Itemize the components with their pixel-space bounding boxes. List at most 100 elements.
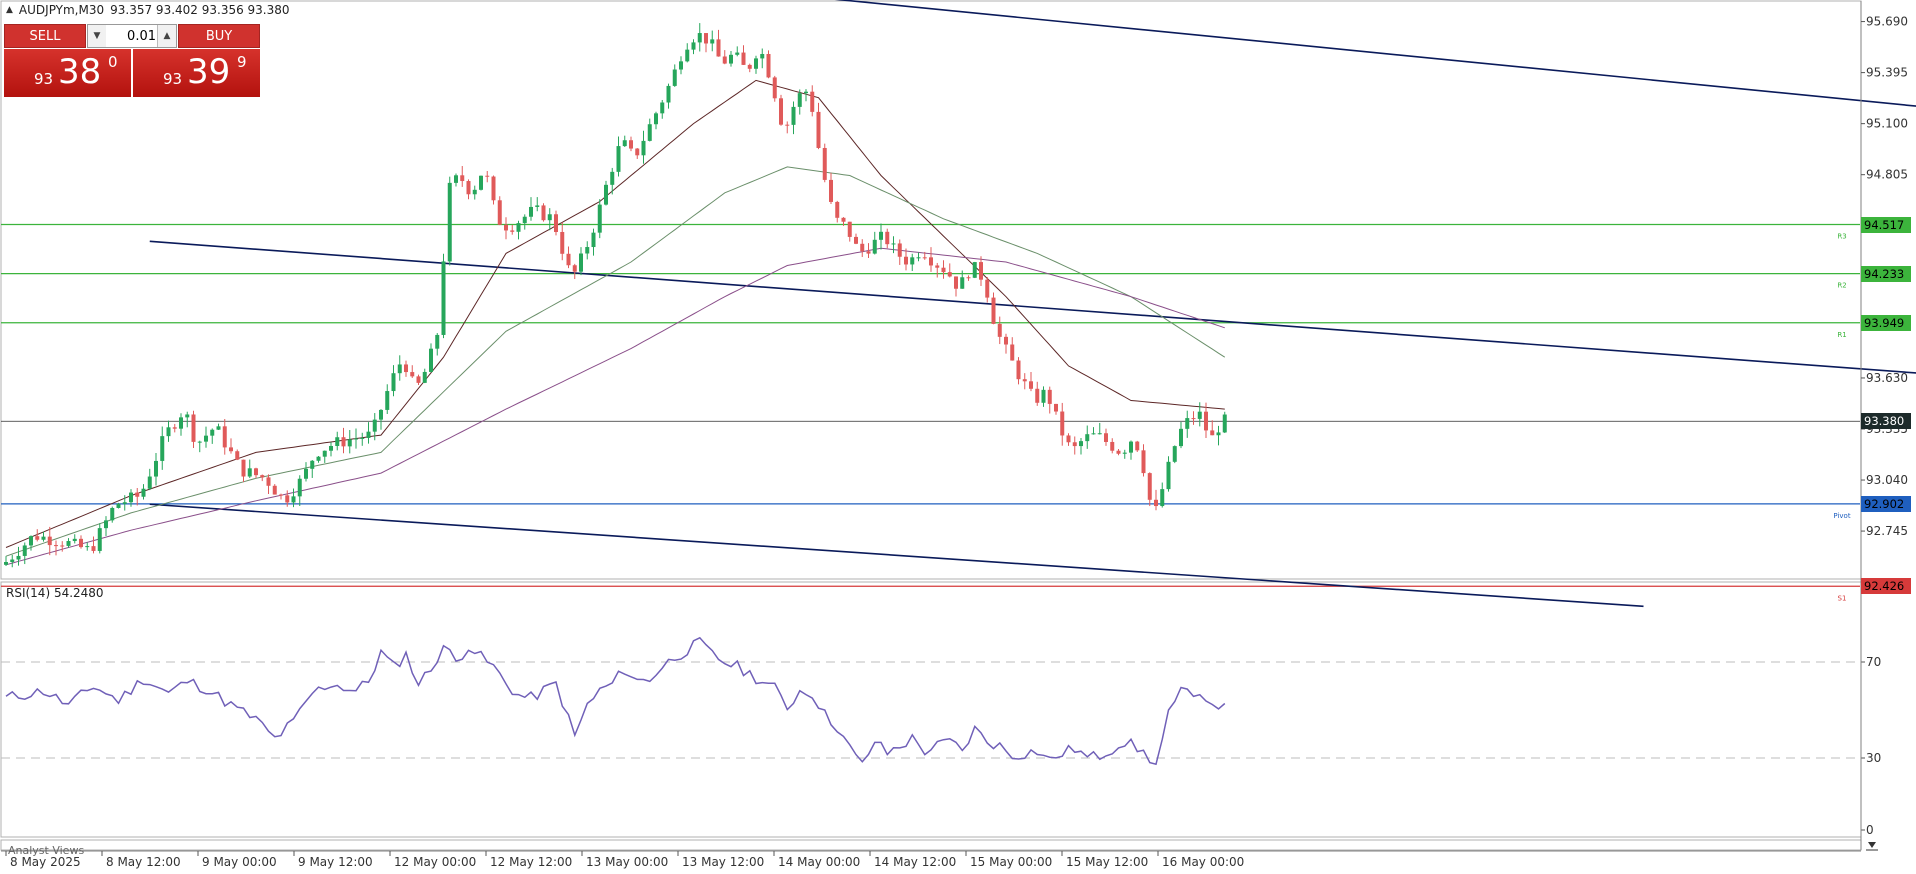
- candle-body: [491, 176, 496, 201]
- candle-body: [72, 538, 77, 542]
- candle-body: [966, 277, 971, 279]
- candle-body: [929, 257, 933, 266]
- candle-body: [866, 251, 871, 254]
- collapse-triangle-icon[interactable]: ▲: [6, 5, 13, 15]
- sell-button[interactable]: SELL: [4, 24, 86, 48]
- level-tag-92.426: S1: [1838, 594, 1847, 602]
- time-tick-label: 14 May 00:00: [778, 855, 860, 869]
- lot-decrease-icon[interactable]: ▼: [88, 25, 107, 47]
- candle-body: [247, 468, 252, 477]
- candle-body: [129, 492, 133, 503]
- candle-body: [235, 451, 240, 460]
- candle-body: [47, 536, 52, 546]
- candle-body: [879, 231, 883, 240]
- candle-body: [1110, 441, 1115, 451]
- candle-body: [110, 507, 115, 521]
- candle-body: [1004, 336, 1008, 345]
- candle-body: [647, 124, 652, 141]
- candle-body: [885, 231, 890, 245]
- analyst-views-label[interactable]: Analyst Views: [8, 844, 84, 857]
- buy-button[interactable]: BUY: [178, 24, 260, 48]
- candle-body: [10, 559, 15, 563]
- buy-price-main: 39: [187, 52, 231, 92]
- price-tick-label: 93.630: [1866, 371, 1908, 385]
- candle-body: [79, 538, 83, 548]
- candle-body: [704, 33, 708, 44]
- candle-body: [985, 279, 990, 298]
- candle-body: [4, 562, 8, 565]
- candle-body: [354, 438, 358, 440]
- trading-chart[interactable]: R3R2R1PivotS1 10070300 95.69095.39595.10…: [0, 0, 1916, 874]
- time-tick-label: 16 May 00:00: [1162, 855, 1244, 869]
- candle-body: [716, 39, 721, 57]
- candle-body: [622, 140, 627, 147]
- candle-body: [816, 111, 821, 148]
- time-tick-label: 15 May 12:00: [1066, 855, 1148, 869]
- candle-body: [404, 364, 408, 373]
- candle-body: [1172, 446, 1177, 462]
- price-level-label-92.902: 92.902: [1861, 495, 1911, 512]
- candle-body: [85, 546, 90, 548]
- candle-body: [272, 485, 277, 495]
- candle-body: [60, 545, 65, 547]
- candle-body: [1035, 388, 1040, 403]
- candle-body: [747, 64, 752, 69]
- candle-body: [1204, 411, 1208, 431]
- candle-body: [335, 437, 340, 446]
- candle-body: [610, 171, 615, 185]
- lot-size-input[interactable]: [106, 25, 158, 47]
- candle-body: [66, 541, 71, 546]
- candle-body: [547, 214, 552, 221]
- candle-body: [735, 52, 740, 55]
- lot-increase-icon[interactable]: ▲: [157, 25, 176, 47]
- sell-price-fraction: 0: [108, 53, 118, 71]
- candle-body: [841, 217, 846, 222]
- candle-body: [641, 140, 646, 156]
- candle-body: [379, 409, 383, 420]
- candle-body: [297, 478, 302, 497]
- candle-body: [972, 262, 977, 278]
- price-tick-label: 95.690: [1866, 15, 1908, 29]
- rsi-tick-label: 30: [1866, 751, 1881, 765]
- candle-body: [1216, 432, 1221, 436]
- sell-price-panel[interactable]: 93 38 0: [4, 49, 131, 97]
- time-tick-label: 8 May 12:00: [106, 855, 181, 869]
- candle-body: [510, 230, 515, 232]
- candle-body: [441, 261, 446, 335]
- candle-body: [35, 536, 40, 540]
- candle-body: [1097, 433, 1102, 435]
- candle-body: [122, 502, 127, 504]
- candle-body: [310, 460, 315, 469]
- level-tag-93.949: R1: [1837, 331, 1846, 339]
- candle-body: [666, 85, 671, 103]
- candle-body: [316, 456, 321, 461]
- candle-body: [585, 247, 590, 254]
- candle-body: [166, 427, 171, 437]
- sell-price-prefix: 93: [34, 70, 54, 88]
- candle-body: [1135, 441, 1140, 451]
- candle-body: [910, 257, 915, 265]
- candle-body: [16, 555, 21, 560]
- rsi-tick-label: 70: [1866, 655, 1881, 669]
- time-tick-label: 13 May 00:00: [586, 855, 668, 869]
- candle-body: [810, 91, 815, 112]
- candle-body: [216, 426, 221, 430]
- candle-body: [935, 265, 940, 268]
- level-tag-92.902: Pivot: [1833, 512, 1850, 520]
- price-level-label-94.517: 94.517: [1861, 216, 1911, 233]
- candle-body: [516, 223, 521, 232]
- buy-price-panel[interactable]: 93 39 9: [133, 49, 260, 97]
- price-tick-label: 93.040: [1866, 473, 1908, 487]
- candle-body: [454, 175, 458, 183]
- candle-body: [160, 436, 165, 461]
- candle-body: [635, 148, 640, 156]
- candle-body: [197, 441, 202, 443]
- candle-body: [1091, 433, 1096, 435]
- candle-body: [1179, 428, 1183, 447]
- candle-body: [697, 33, 702, 43]
- axis-scroll-arrow-icon[interactable]: [1868, 842, 1876, 848]
- candle-body: [566, 253, 571, 266]
- candle-body: [479, 175, 483, 190]
- price-level-label-93.949: 93.949: [1861, 314, 1911, 331]
- level-tag-94.233: R2: [1837, 282, 1846, 290]
